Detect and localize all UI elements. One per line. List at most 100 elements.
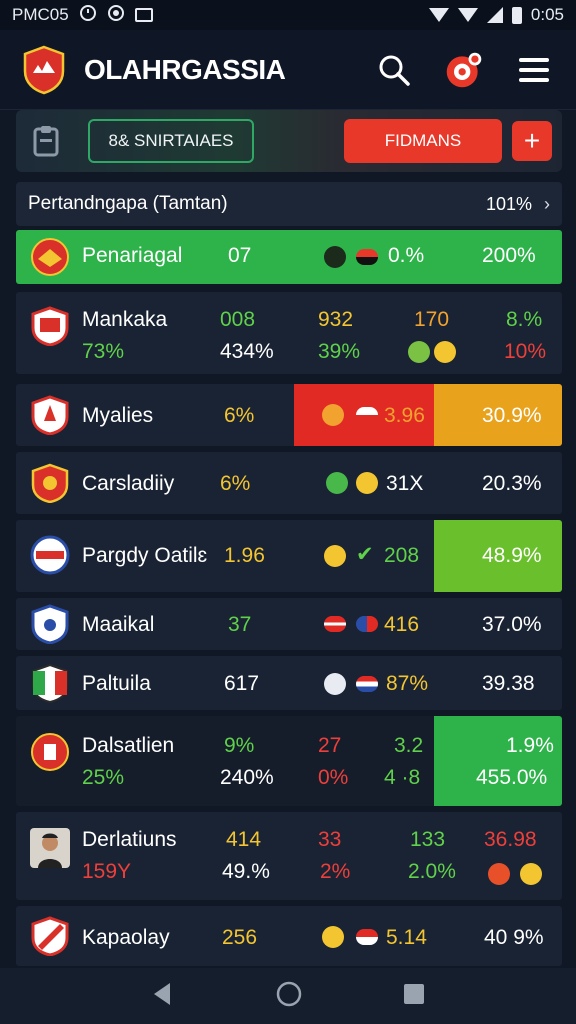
team-crest-icon: [30, 535, 70, 575]
stat-value: 10%: [504, 340, 547, 363]
clipboard-icon[interactable]: [26, 121, 66, 161]
stat-value: 37.0%: [482, 613, 542, 636]
table-row[interactable]: Maaikal 37 416 37.0%: [16, 598, 562, 650]
stat-value: 30.9%: [482, 404, 542, 427]
stat-value: 87%: [386, 672, 429, 695]
table-row[interactable]: Derlatiuns 159Y 414 49.% 33 2% 133 2.0% …: [16, 812, 562, 900]
stat-value: 3.96: [384, 404, 425, 427]
team-name: Maaikal: [82, 613, 155, 636]
filter-label: Pertandngapa (Tamtan): [28, 193, 228, 214]
stat-value: 2%: [320, 860, 351, 883]
stat-sub: 159Y: [82, 860, 132, 883]
ball-icon: [326, 472, 348, 494]
stat-value: 6%: [220, 472, 251, 495]
cup-icon: [434, 341, 456, 363]
stat-value: 49.%: [222, 860, 270, 883]
system-nav-bar: [0, 968, 576, 1024]
check-icon: ✔: [356, 543, 374, 566]
app-bar: OLAHRGASSIA: [0, 30, 576, 110]
team-name: Penariagal: [82, 244, 183, 267]
battery-icon: [511, 6, 522, 24]
team-crest-icon: [30, 732, 70, 772]
team-name: Kapaolay: [82, 926, 170, 949]
cup-icon: [520, 863, 542, 885]
status-time: PMC05: [12, 5, 69, 24]
menu-icon[interactable]: [514, 50, 554, 90]
team-crest-icon: [30, 604, 70, 645]
stat-value: 170: [414, 308, 450, 331]
team-crest-icon: [30, 237, 70, 277]
ball-icon: [324, 673, 346, 695]
filter-row[interactable]: Pertandngapa (Tamtan) 101% ›: [16, 182, 562, 226]
status-bar: PMC05 0:05: [0, 0, 576, 30]
fixtures-button[interactable]: FIDMANS: [344, 119, 502, 163]
team-crest-icon: [30, 916, 70, 957]
stat-value: 2.0%: [408, 860, 456, 883]
recents-icon[interactable]: [402, 982, 426, 1011]
cup-icon: [356, 472, 378, 494]
stat-value: 0%: [318, 766, 349, 789]
stat-value: 0.%: [388, 244, 425, 267]
wifi-alt-icon: [457, 8, 478, 22]
table-row[interactable]: Myalies 6% 3.96 30.9%: [16, 384, 562, 446]
team-name: Dalsatlien: [82, 734, 175, 757]
stat-sub: 73%: [82, 340, 125, 363]
image-icon: [134, 8, 153, 22]
team-name: Paltuila: [82, 672, 151, 695]
stat-value: 27: [318, 734, 342, 757]
table-row[interactable]: Kapaolay 256 5.14 40 9%: [16, 906, 562, 966]
stat-value: 33: [318, 828, 342, 851]
add-button[interactable]: +: [512, 121, 552, 161]
stat-value: 1.96: [224, 544, 265, 567]
table-row[interactable]: Pargdy Oatilɛ 1.96 ✔ 208 48.9%: [16, 520, 562, 592]
filter-value: 101%: [485, 193, 532, 214]
table-row[interactable]: Penariagal 07 0.% 200%: [16, 230, 562, 284]
helmet-icon: [324, 545, 346, 567]
team-crest-icon: [30, 306, 70, 347]
stat-value: 48.9%: [482, 544, 542, 567]
stat-value: 6%: [224, 404, 255, 427]
back-icon[interactable]: [150, 981, 176, 1012]
stat-value: 1.9%: [506, 734, 554, 757]
action-toolbar: 8& SNIRTAIAES FIDMANS +: [16, 110, 562, 172]
stat-value: 8.%: [506, 308, 543, 331]
table-row[interactable]: Carsladiiy 6% 31X 20.3%: [16, 452, 562, 514]
stat-value: 414: [226, 828, 262, 851]
chevron-right-icon: ›: [544, 193, 550, 214]
stat-value: 617: [224, 672, 260, 695]
stat-value: 256: [222, 926, 258, 949]
team-crest-icon: [30, 663, 70, 704]
table-row[interactable]: Dalsatlien 25% 9% 240% 27 0% 3.2 4 ·8 1.…: [16, 716, 562, 806]
team-name: Carsladiiy: [82, 472, 175, 495]
team-name: Mankaka: [82, 308, 168, 331]
notification-badge-icon[interactable]: [444, 50, 484, 90]
team-name: Myalies: [82, 404, 154, 427]
stat-sub: 25%: [82, 766, 125, 789]
flag-icon: [356, 407, 378, 423]
ball-icon: [324, 246, 346, 268]
highlight-green-cell: [434, 716, 562, 806]
table-row[interactable]: Mankaka 73% 008 434% 932 39% 170 8.% 10%: [16, 292, 562, 374]
team-name: Derlatiuns: [82, 828, 177, 851]
signal-icon: [486, 7, 503, 23]
stat-value: 40 9%: [484, 926, 544, 949]
home-icon[interactable]: [275, 980, 303, 1013]
stat-value: 9%: [224, 734, 255, 757]
stat-value: 434%: [220, 340, 274, 363]
table-row[interactable]: Paltuila 617 87% 39.38: [16, 656, 562, 710]
ball-icon: [408, 341, 430, 363]
standings-button[interactable]: 8& SNIRTAIAES: [88, 119, 254, 163]
flag-icon: [356, 249, 378, 265]
flag-icon: [324, 616, 346, 632]
app-title: OLAHRGASSIA: [84, 53, 286, 85]
stat-value: 31X: [386, 472, 424, 495]
search-icon[interactable]: [374, 50, 414, 90]
stat-value: 416: [384, 613, 420, 636]
team-crest-icon: [30, 463, 70, 504]
stat-value: 3.2: [394, 734, 424, 757]
trophy-icon: [322, 926, 344, 948]
stat-value: 932: [318, 308, 354, 331]
stat-value: 208: [384, 544, 420, 567]
stat-value: 20.3%: [482, 472, 542, 495]
stat-value: 008: [220, 308, 256, 331]
